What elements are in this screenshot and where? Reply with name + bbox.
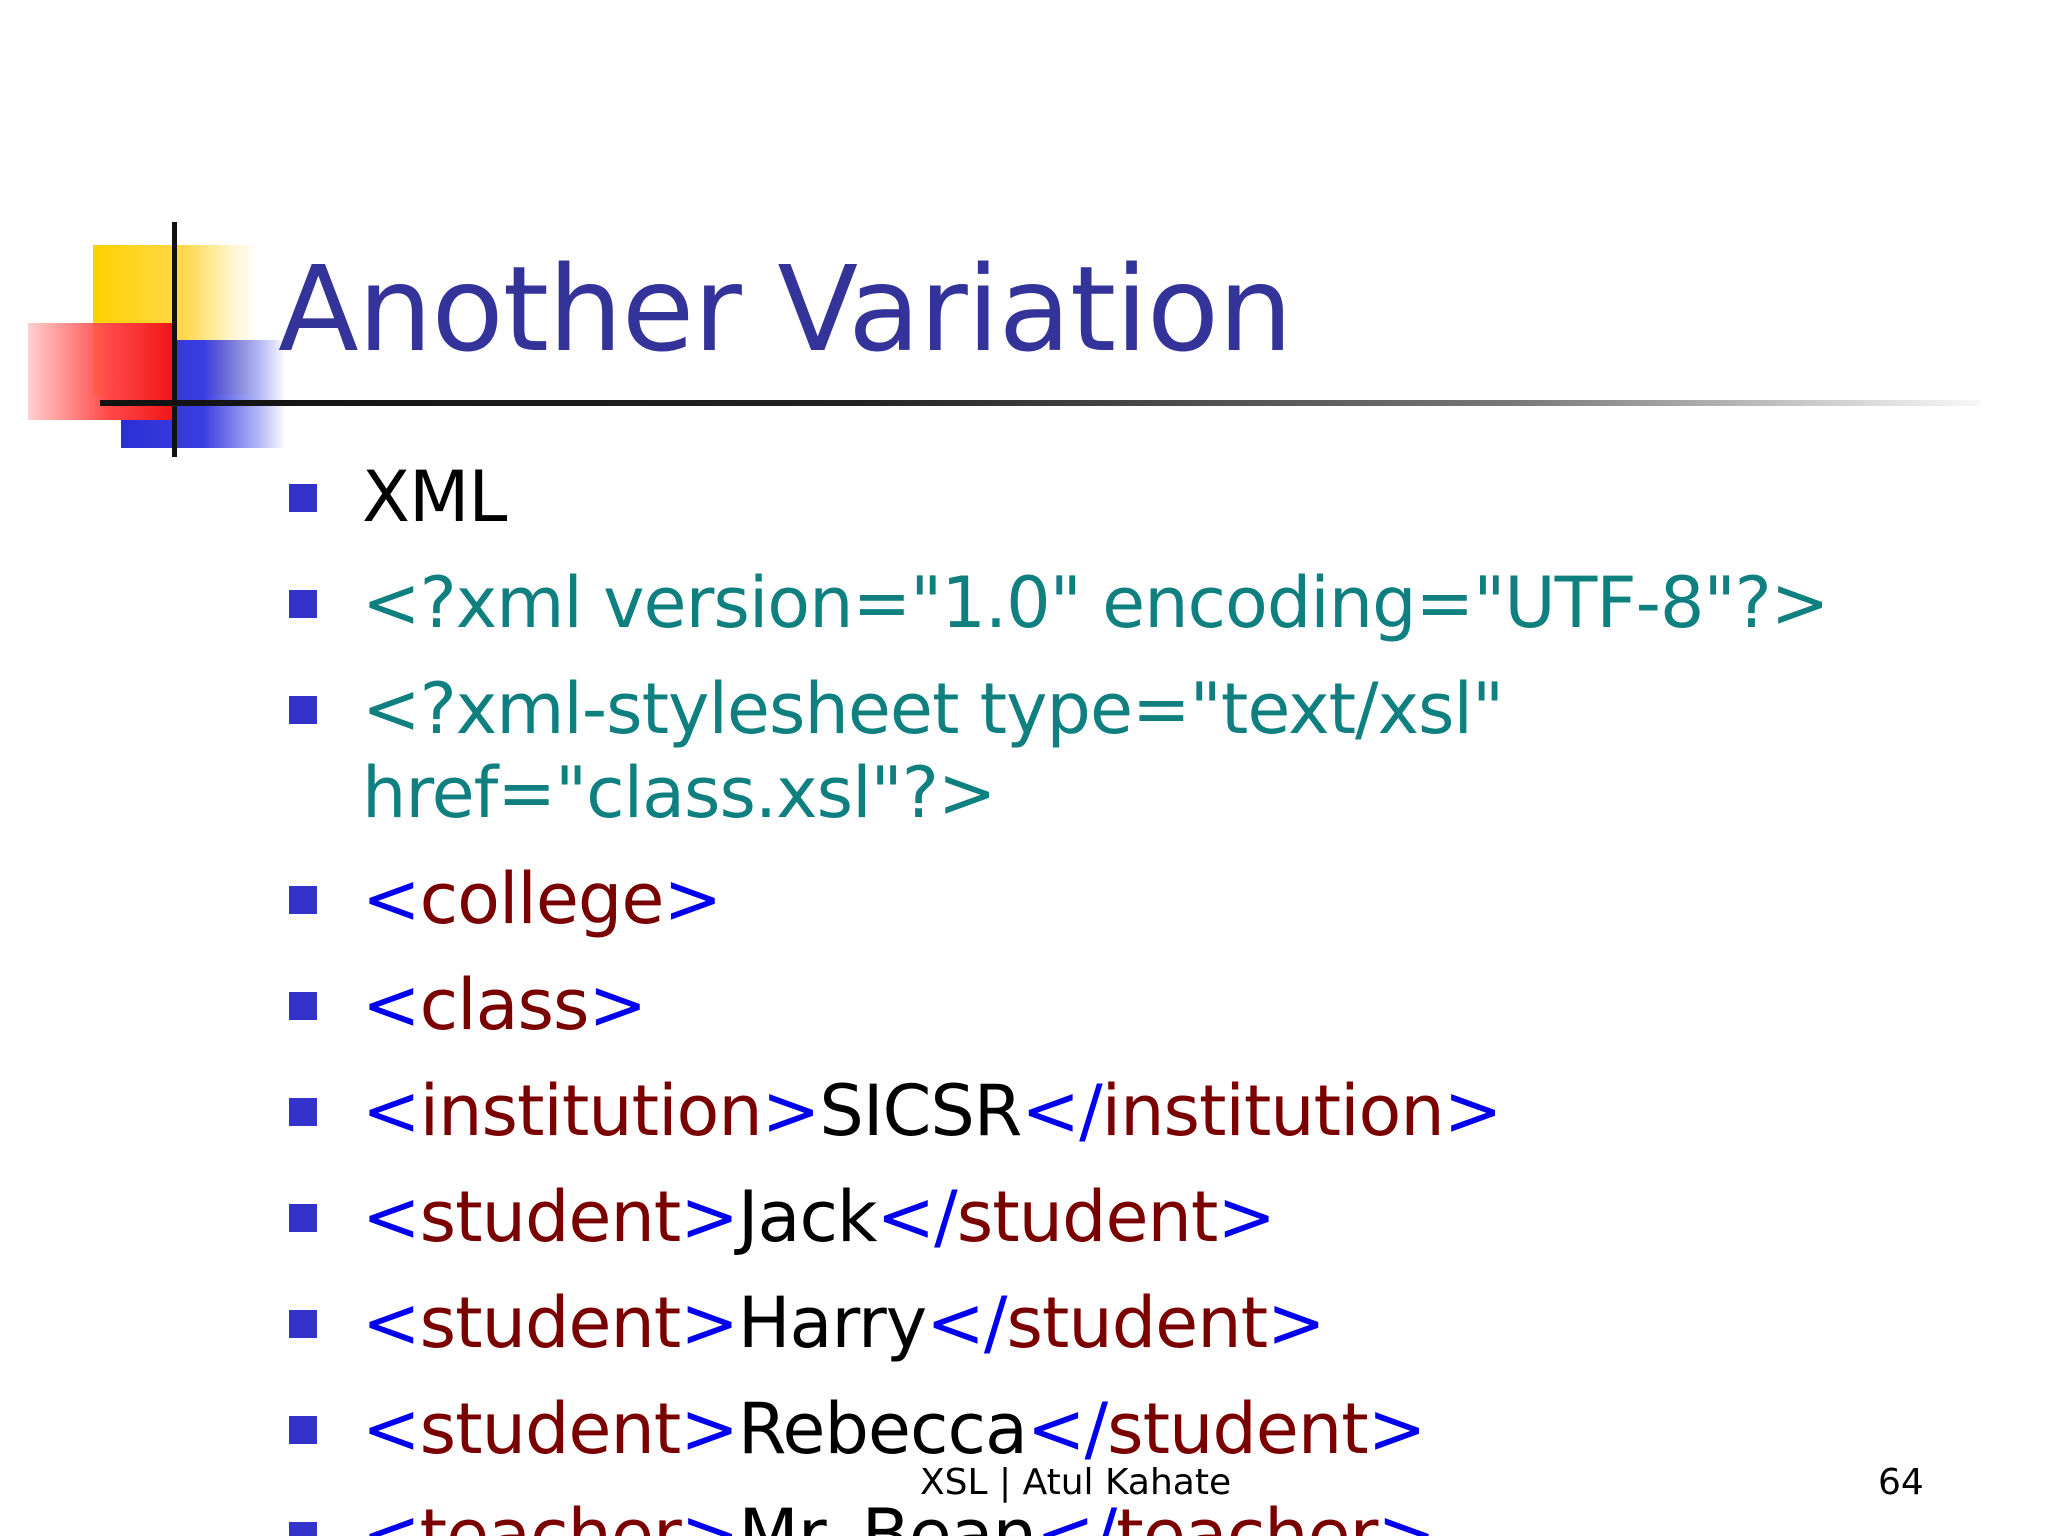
square-bullet-icon: [289, 590, 317, 618]
item-text: XML: [362, 456, 507, 538]
square-bullet-icon: [289, 484, 317, 512]
tag-name: student: [1107, 1388, 1369, 1470]
square-bullet-icon: [289, 1310, 317, 1338]
list-item: <student>Jack</student>: [288, 1175, 2008, 1259]
open-bracket: <: [362, 964, 421, 1046]
tag-name: college: [419, 858, 665, 940]
close-bracket: >: [680, 1388, 739, 1470]
element-text: SICSR: [819, 1070, 1022, 1152]
tag-name: institution: [1101, 1070, 1445, 1152]
open-bracket: <: [362, 1282, 421, 1364]
square-bullet-icon: [289, 1416, 317, 1444]
tag-name: class: [419, 964, 590, 1046]
square-bullet-icon: [289, 992, 317, 1020]
tag-name: student: [956, 1176, 1219, 1258]
close-bracket: >: [680, 1176, 739, 1258]
open-bracket: </: [876, 1176, 957, 1258]
list-item: <?xml-stylesheet type="text/xsl" href="c…: [288, 667, 1542, 835]
element-text: Jack: [737, 1176, 878, 1258]
close-bracket: >: [1217, 1176, 1276, 1258]
open-bracket: <: [362, 1494, 421, 1536]
close-bracket: >: [680, 1282, 739, 1364]
tag-name: student: [1006, 1282, 1268, 1364]
open-bracket: <: [362, 1388, 421, 1470]
close-bracket: >: [761, 1070, 821, 1152]
tag-name: teacher: [419, 1494, 682, 1536]
bullet-list: XML <?xml version="1.0" encoding="UTF-8"…: [288, 455, 2008, 1536]
open-bracket: </: [1026, 1388, 1108, 1470]
xml-stylesheet-instruction: <?xml-stylesheet type="text/xsl" href="c…: [362, 668, 1504, 834]
close-bracket: >: [663, 858, 722, 940]
element-text: Harry: [737, 1282, 927, 1364]
close-bracket: >: [588, 964, 647, 1046]
tag-name: student: [419, 1176, 682, 1258]
footer-text: XSL | Atul Kahate: [920, 1462, 1232, 1503]
list-item: <college>: [288, 857, 2008, 941]
square-bullet-icon: [289, 1204, 317, 1232]
close-bracket: >: [1267, 1282, 1326, 1364]
element-text: Rebecca: [737, 1388, 1028, 1470]
open-bracket: <: [362, 1176, 421, 1258]
slide: Another Variation XML <?xml version="1.0…: [0, 0, 2048, 1536]
list-item: <?xml version="1.0" encoding="UTF-8"?>: [288, 561, 2008, 645]
list-item: <student>Rebecca</student>: [288, 1387, 2008, 1471]
open-bracket: <: [362, 1070, 421, 1152]
open-bracket: </: [926, 1282, 1007, 1364]
list-item: <institution>SICSR</institution>: [288, 1069, 2008, 1153]
close-bracket: >: [680, 1494, 740, 1536]
close-bracket: >: [1367, 1388, 1427, 1470]
square-bullet-icon: [289, 886, 317, 914]
list-item: <class>: [288, 963, 2008, 1047]
logo-vertical-line: [172, 222, 177, 457]
square-bullet-icon: [289, 1522, 317, 1536]
open-bracket: <: [362, 858, 421, 940]
close-bracket: >: [1377, 1494, 1436, 1536]
title-underline: [100, 400, 1980, 406]
tag-name: institution: [419, 1070, 763, 1152]
slide-title: Another Variation: [278, 240, 1293, 378]
close-bracket: >: [1443, 1070, 1503, 1152]
tag-name: student: [419, 1388, 682, 1470]
square-bullet-icon: [289, 1098, 317, 1126]
list-item: XML: [288, 455, 2008, 539]
open-bracket: </: [1021, 1070, 1102, 1152]
tag-name: student: [419, 1282, 682, 1364]
square-bullet-icon: [289, 696, 317, 724]
page-number: 64: [1878, 1462, 1924, 1503]
xml-declaration: <?xml version="1.0" encoding="UTF-8"?>: [362, 562, 1829, 644]
list-item: <student>Harry</student>: [288, 1281, 2008, 1365]
